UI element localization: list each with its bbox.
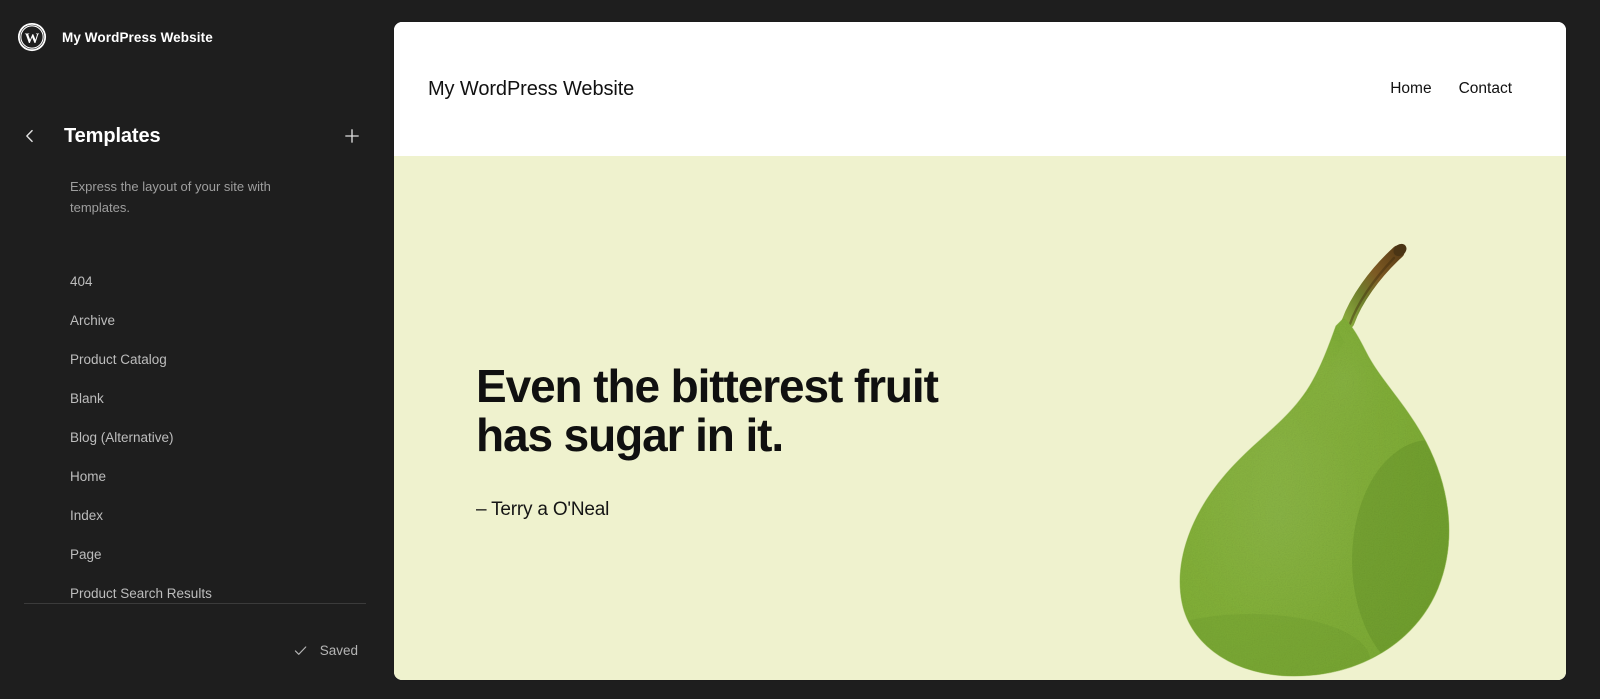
templates-panel-header: Templates	[0, 116, 388, 156]
template-item-label: 404	[70, 274, 93, 290]
template-item-archive[interactable]: Archive	[0, 301, 388, 340]
editor-canvas[interactable]: My WordPress Website Home Contact Even t…	[394, 22, 1566, 680]
preview-site-navigation: Home Contact	[1390, 80, 1512, 98]
chevron-left-icon	[20, 126, 40, 146]
template-item-blog-alternative[interactable]: Blog (Alternative)	[0, 418, 388, 457]
nav-link-contact[interactable]: Contact	[1459, 80, 1512, 98]
template-list: 404 Archive Product Catalog Blank Blog (…	[0, 262, 388, 613]
template-item-label: Archive	[70, 313, 116, 329]
save-status-button[interactable]: Saved	[284, 636, 366, 665]
site-hub[interactable]: W My WordPress Website	[0, 0, 388, 60]
list-divider	[24, 603, 366, 604]
svg-text:W: W	[25, 31, 40, 47]
template-item-label: Page	[70, 547, 102, 563]
template-item-product-catalog[interactable]: Product Catalog	[0, 340, 388, 379]
site-title: My WordPress Website	[62, 29, 213, 45]
editor-sidebar: W My WordPress Website Templates Express…	[0, 0, 388, 699]
wordpress-logo-icon: W	[16, 21, 48, 53]
page-title: Templates	[64, 124, 161, 147]
hero-citation[interactable]: – Terry a O'Neal	[476, 499, 946, 521]
back-button[interactable]	[14, 120, 46, 152]
site-editor-app: W My WordPress Website Templates Express…	[0, 0, 1600, 699]
template-item-label: Index	[70, 508, 104, 524]
hero-quote[interactable]: Even the bitterest fruit has sugar in it…	[476, 361, 946, 461]
template-item-label: Product Search Results	[70, 586, 212, 602]
template-item-page[interactable]: Page	[0, 535, 388, 574]
nav-link-home[interactable]: Home	[1390, 80, 1431, 98]
template-item-index[interactable]: Index	[0, 496, 388, 535]
hero-text-group: Even the bitterest fruit has sugar in it…	[476, 361, 946, 521]
preview-site-header[interactable]: My WordPress Website Home Contact	[394, 22, 1566, 156]
save-status-row: Saved	[0, 630, 366, 670]
template-item-label: Blog (Alternative)	[70, 430, 174, 446]
plus-icon	[342, 126, 362, 146]
save-status-label: Saved	[319, 642, 358, 658]
preview-site-brand: My WordPress Website	[428, 77, 635, 100]
template-item-home[interactable]: Home	[0, 457, 388, 496]
pear-illustration	[1130, 230, 1490, 680]
check-icon	[292, 642, 309, 659]
template-item-product-search-results[interactable]: Product Search Results	[0, 574, 388, 613]
template-item-label: Product Catalog	[70, 352, 167, 368]
preview-hero-section[interactable]: Even the bitterest fruit has sugar in it…	[394, 156, 1566, 680]
template-item-404[interactable]: 404	[0, 262, 388, 301]
template-item-label: Blank	[70, 391, 104, 407]
template-item-blank[interactable]: Blank	[0, 379, 388, 418]
add-template-button[interactable]	[336, 120, 368, 152]
panel-description: Express the layout of your site with tem…	[70, 179, 271, 216]
template-item-label: Home	[70, 469, 107, 485]
